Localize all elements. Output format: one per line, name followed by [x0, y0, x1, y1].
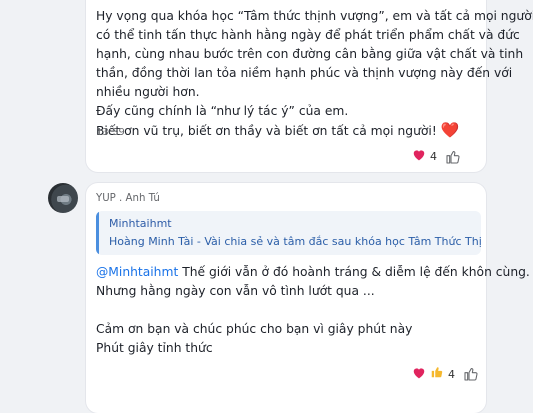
comment-message: Hy vọng qua khóa học “Tâm thức thịnh vượ…: [96, 7, 533, 141]
timestamp: 13:39: [96, 127, 125, 138]
quote-bar: [96, 211, 99, 255]
message-line: [96, 301, 530, 320]
quote-author: Minhtaihmt: [109, 217, 172, 230]
message-line: có thể tinh tấn thực hành hằng ngày để p…: [96, 28, 520, 42]
quote-text: Hoàng Minh Tài - Vài chia sẻ và tâm đắc …: [109, 235, 481, 248]
reactions-bar[interactable]: 4: [412, 148, 461, 165]
heart-emoji: ❤️: [440, 121, 460, 139]
message-line: Nhưng hằng ngày con vẫn vô tình lướt qua…: [96, 284, 375, 298]
heart-icon: [412, 366, 426, 383]
reaction-count: 4: [430, 150, 437, 163]
mention-link[interactable]: @Minhtaihmt: [96, 265, 178, 279]
message-line: Hy vọng qua khóa học “Tâm thức thịnh vượ…: [96, 9, 533, 23]
comment-card: Hy vọng qua khóa học “Tâm thức thịnh vượ…: [86, 0, 533, 172]
reactions-bar[interactable]: 4: [412, 365, 479, 383]
comment-message: @Minhtaihmt Thế giới vẫn ở đó hoành trán…: [96, 263, 530, 358]
message-text: Biết ơn vũ trụ, biết ơn thầy và biết ơn …: [96, 124, 441, 138]
message-text: Thế giới vẫn ở đó hoành tráng & diễm lệ …: [178, 265, 530, 279]
thumbs-up-icon[interactable]: [445, 149, 461, 165]
message-line: nhiều người hơn.: [96, 85, 200, 99]
message-line: hạnh, cùng nhau bước trên con đường cân …: [96, 47, 524, 61]
message-line: Cảm ơn bạn và chúc phúc cho bạn vì giây …: [96, 322, 413, 336]
author-name[interactable]: YUP . Anh Tú: [96, 193, 160, 204]
thumbs-up-icon: [430, 365, 444, 383]
heart-icon: [412, 148, 426, 165]
quoted-message[interactable]: Minhtaihmt Hoàng Minh Tài - Vài chia sẻ …: [96, 211, 481, 255]
thumbs-up-icon[interactable]: [463, 366, 479, 382]
message-line: Đấy cũng chính là “như lý tác ý” của em.: [96, 104, 349, 118]
reaction-count: 4: [448, 367, 455, 381]
message-line: @Minhtaihmt Thế giới vẫn ở đó hoành trán…: [96, 263, 530, 282]
message-line: thần, đồng thời lan tỏa niềm hạnh phúc v…: [96, 66, 513, 80]
message-line: Biết ơn vũ trụ, biết ơn thầy và biết ơn …: [96, 121, 533, 141]
comment-card: YUP . Anh Tú Minhtaihmt Hoàng Minh Tài -…: [86, 183, 530, 413]
message-line: Phút giây tỉnh thức: [96, 341, 213, 355]
avatar[interactable]: [48, 183, 78, 213]
